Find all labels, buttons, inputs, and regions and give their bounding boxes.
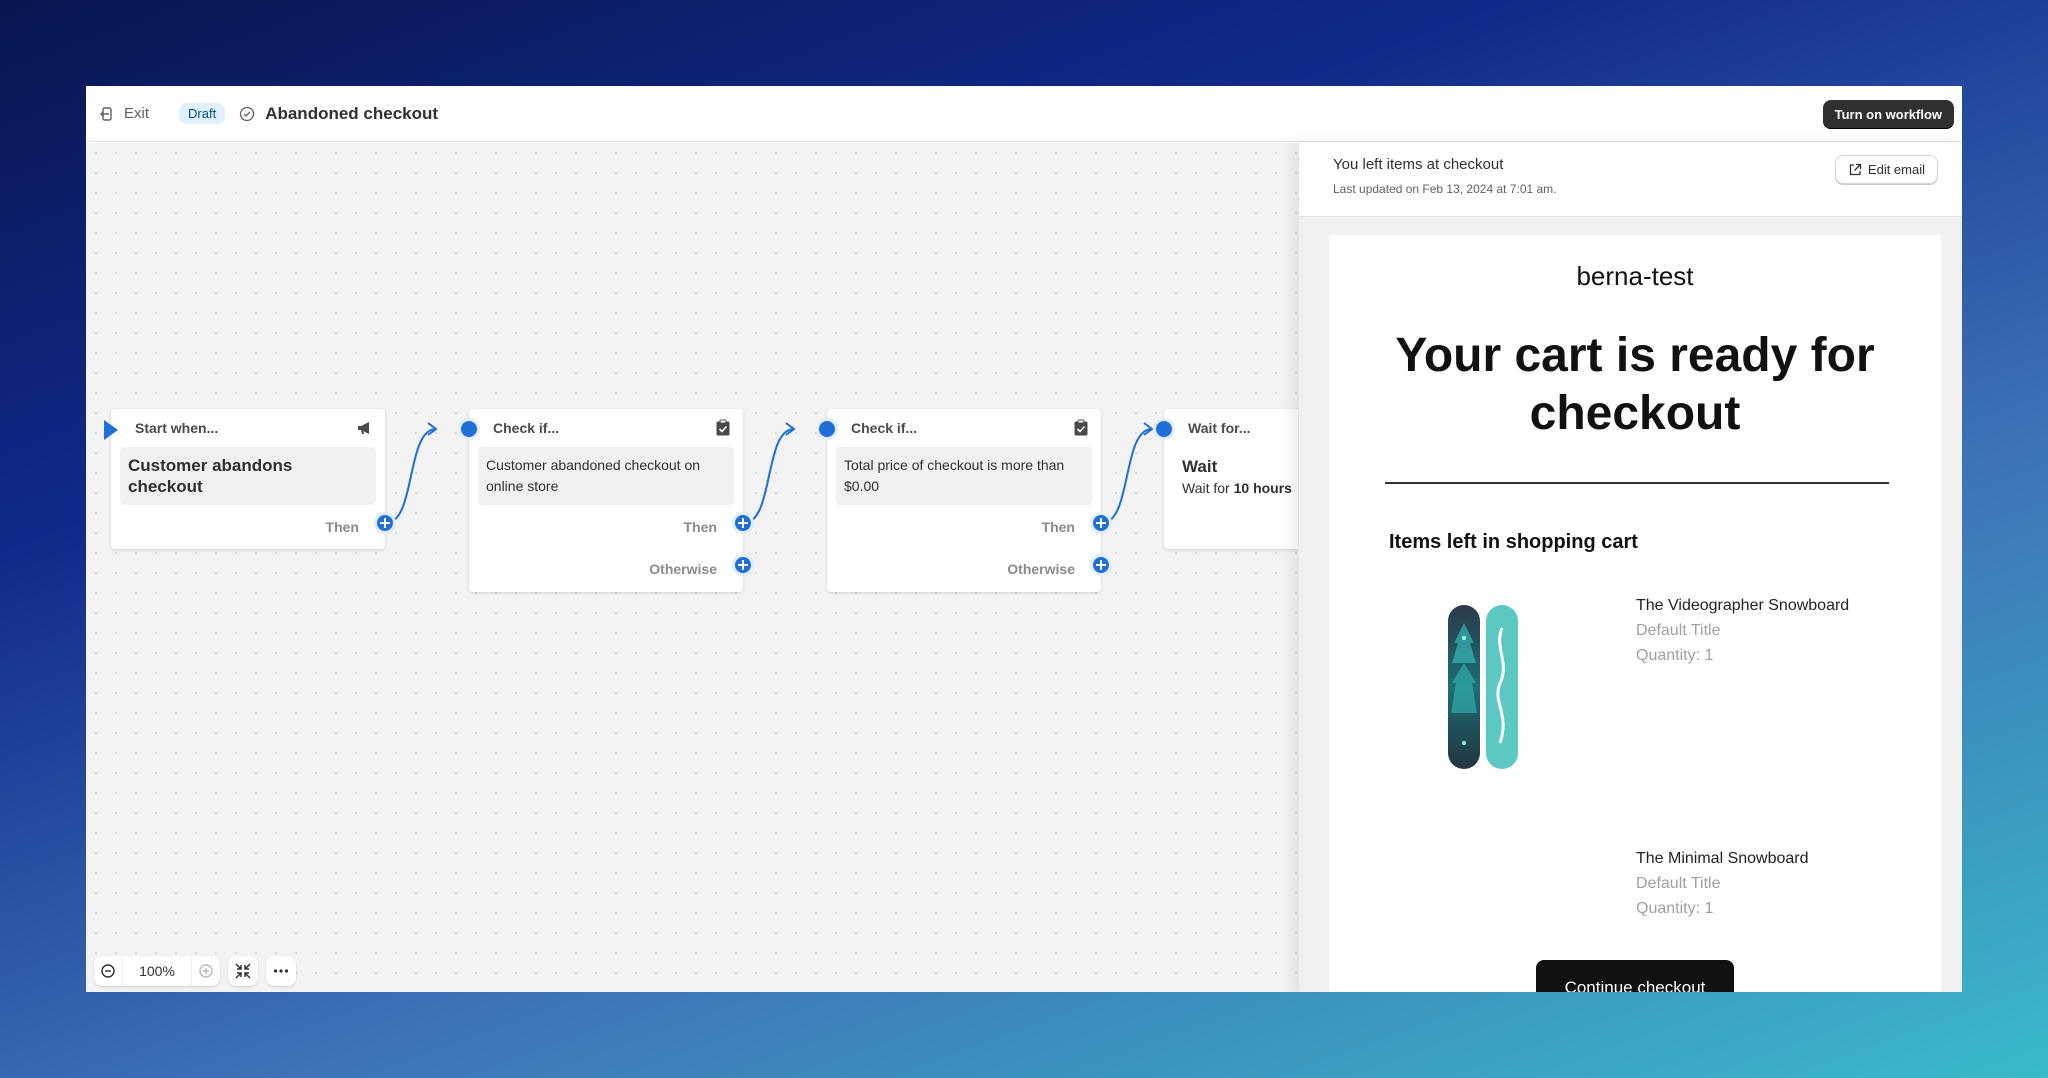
exit-icon (100, 106, 112, 121)
divider (1385, 482, 1889, 484)
email-headline: Your cart is ready for checkout (1395, 329, 1875, 440)
megaphone-icon (358, 422, 369, 434)
add-step-button[interactable] (732, 512, 754, 534)
status-badge: Draft (179, 103, 226, 124)
exit-button[interactable]: Exit (100, 105, 149, 122)
add-otherwise-step-button[interactable] (732, 554, 754, 576)
minus-circle-icon (101, 964, 115, 978)
cart-item: The Minimal Snowboard Default Title Quan… (1636, 846, 1809, 921)
zoom-out-button[interactable] (94, 956, 122, 986)
items-title: Items left in shopping cart (1389, 531, 1638, 553)
clipboard-check-icon (1074, 419, 1088, 436)
node-body-title: Wait (1182, 457, 1218, 476)
node-body: Customer abandoned checkout on online st… (478, 447, 734, 505)
node-header: Wait for... (1188, 420, 1251, 436)
then-label: Then (1041, 519, 1075, 535)
plus-circle-icon (199, 964, 213, 978)
panel-header: You left items at checkout Last updated … (1299, 143, 1962, 217)
cart-item: The Videographer Snowboard Default Title… (1636, 593, 1849, 668)
node-header: Check if... (493, 420, 560, 436)
start-marker (104, 420, 118, 440)
node-body: Customer abandons checkout (120, 447, 376, 505)
node-input-dot (1153, 418, 1175, 440)
condition-node[interactable]: Check if... Customer abandoned checkout … (469, 409, 743, 592)
shop-name: berna-test (1576, 261, 1694, 291)
snowboard-image (1448, 605, 1518, 769)
edit-email-button[interactable]: Edit email (1834, 155, 1938, 184)
fit-view-button[interactable] (228, 956, 258, 986)
add-step-button[interactable] (374, 512, 396, 534)
item-quantity: Quantity: 1 (1636, 647, 1714, 664)
clipboard-check-icon (716, 419, 730, 436)
node-header: Start when... (135, 420, 219, 436)
check-circle-icon (240, 106, 255, 121)
node-header: Check if... (851, 420, 918, 436)
add-step-button[interactable] (1090, 512, 1112, 534)
exit-label: Exit (124, 105, 150, 122)
wait-prefix: Wait for (1182, 480, 1230, 496)
page-title: Abandoned checkout (265, 103, 439, 123)
wait-duration: 10 hours (1233, 480, 1292, 496)
node-input-dot (816, 418, 838, 440)
workflow-canvas[interactable]: Start when... Customer abandons checkout… (86, 143, 1298, 992)
app-window: Exit Draft Abandoned checkout Turn on wo… (86, 86, 1962, 992)
wait-node[interactable]: Wait for... Wait Wait for 10 hours (1164, 409, 1298, 549)
item-name: The Videographer Snowboard (1636, 597, 1850, 614)
top-bar: Exit Draft Abandoned checkout Turn on wo… (86, 86, 1962, 142)
otherwise-label: Otherwise (1007, 561, 1075, 577)
condition-node[interactable]: Check if... Total price of checkout is m… (827, 409, 1101, 592)
zoom-level[interactable]: 100% (122, 956, 192, 986)
node-input-dot (458, 418, 480, 440)
item-quantity: Quantity: 1 (1636, 900, 1714, 917)
continue-checkout-button[interactable]: Continue checkout (1536, 960, 1734, 992)
item-variant: Default Title (1636, 875, 1721, 892)
email-preview-panel: You left items at checkout Last updated … (1298, 143, 1962, 992)
last-updated: Last updated on Feb 13, 2024 at 7:01 am. (1333, 182, 1557, 196)
zoom-in-button[interactable] (192, 956, 220, 986)
item-name: The Minimal Snowboard (1636, 850, 1809, 867)
turn-on-workflow-button[interactable]: Turn on workflow (1822, 100, 1954, 129)
collapse-icon (235, 963, 251, 979)
then-label: Then (683, 519, 717, 535)
add-otherwise-step-button[interactable] (1090, 554, 1112, 576)
edit-email-label: Edit email (1867, 162, 1925, 177)
more-horizontal-icon (273, 969, 289, 973)
item-variant: Default Title (1636, 622, 1721, 639)
zoom-controls: 100% (94, 956, 296, 986)
node-body: Total price of checkout is more than $0.… (836, 447, 1092, 505)
trigger-node[interactable]: Start when... Customer abandons checkout… (111, 409, 385, 549)
then-label: Then (325, 519, 359, 535)
otherwise-label: Otherwise (649, 561, 717, 577)
more-options-button[interactable] (266, 956, 296, 986)
email-preview: berna-test Your cart is ready for checko… (1329, 235, 1941, 992)
external-link-icon (1849, 163, 1862, 175)
